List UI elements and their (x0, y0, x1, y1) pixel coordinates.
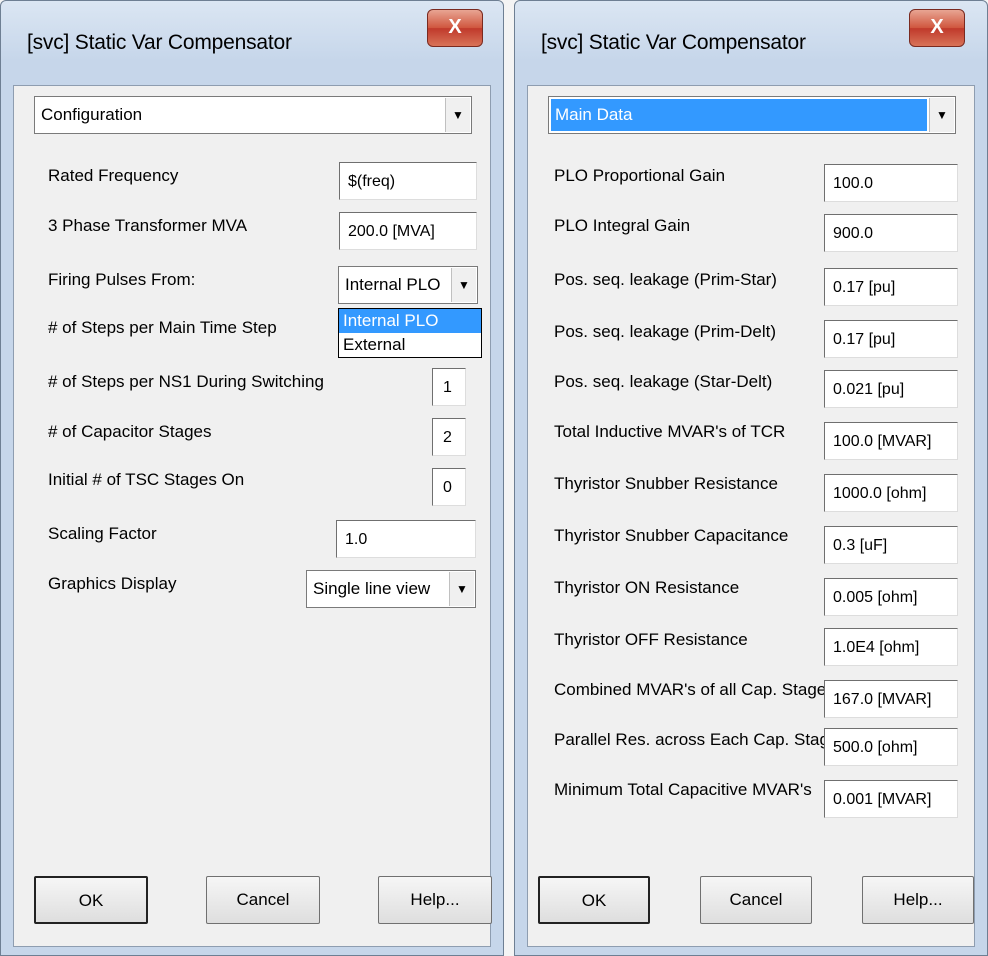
chevron-down-icon[interactable]: ▼ (451, 268, 476, 302)
window-title: [svc] Static Var Compensator (27, 31, 292, 54)
label-combined-mvar: Combined MVAR's of all Cap. Stages (554, 680, 835, 699)
label-transformer-mva: 3 Phase Transformer MVA (48, 216, 248, 235)
label-rated-frequency: Rated Frequency (48, 166, 179, 185)
label-leak-prim-delt: Pos. seq. leakage (Prim-Delt) (554, 322, 777, 341)
initial-tsc-input[interactable]: 0 (432, 468, 466, 506)
transformer-mva-input[interactable]: 200.0 [MVA] (339, 212, 477, 250)
graphics-display-value: Single line view (313, 579, 431, 598)
chevron-down-icon[interactable]: ▼ (929, 98, 954, 132)
label-min-cap-mvar: Minimum Total Capacitive MVAR's (554, 780, 812, 799)
svc-main-data-dialog: [svc] Static Var Compensator X Main Data… (514, 0, 988, 956)
firing-pulses-value: Internal PLO (345, 275, 441, 294)
section-select[interactable]: Main Data ▼ (548, 96, 956, 134)
ok-button[interactable]: OK (538, 876, 650, 924)
capacitor-stages-input[interactable]: 2 (432, 418, 466, 456)
section-select[interactable]: Configuration ▼ (34, 96, 472, 134)
section-select-value: Configuration (41, 105, 143, 124)
on-resistance-input[interactable]: 0.005 [ohm] (824, 578, 958, 616)
section-select-highlight: Main Data (551, 99, 927, 131)
snubber-resistance-input[interactable]: 1000.0 [ohm] (824, 474, 958, 512)
label-snubber-resistance: Thyristor Snubber Resistance (554, 474, 778, 493)
help-button[interactable]: Help... (378, 876, 492, 924)
plo-int-gain-input[interactable]: 900.0 (824, 214, 958, 252)
label-parallel-res: Parallel Res. across Each Cap. Stage (554, 730, 839, 749)
svc-config-dialog: [svc] Static Var Compensator X Configura… (0, 0, 504, 956)
label-on-resistance: Thyristor ON Resistance (554, 578, 740, 597)
cancel-button[interactable]: Cancel (206, 876, 320, 924)
close-button[interactable]: X (427, 9, 483, 47)
section-select-value: Main Data (555, 105, 633, 124)
cancel-button[interactable]: Cancel (700, 876, 812, 924)
title-bar[interactable]: [svc] Static Var Compensator X (1, 1, 503, 85)
ok-button[interactable]: OK (34, 876, 148, 924)
dialog-body: Main Data ▼ PLO Proportional Gain 100.0 … (527, 85, 975, 947)
option-internal-plo[interactable]: Internal PLO (339, 309, 481, 333)
label-plo-prop-gain: PLO Proportional Gain (554, 166, 726, 185)
label-capacitor-stages: # of Capacitor Stages (48, 422, 212, 441)
label-steps-ns1: # of Steps per NS1 During Switching (48, 372, 324, 391)
window-title: [svc] Static Var Compensator (541, 31, 806, 54)
leak-prim-delt-input[interactable]: 0.17 [pu] (824, 320, 958, 358)
off-resistance-input[interactable]: 1.0E4 [ohm] (824, 628, 958, 666)
scaling-factor-input[interactable]: 1.0 (336, 520, 476, 558)
label-tcr-mvar: Total Inductive MVAR's of TCR (554, 422, 786, 441)
label-firing-pulses: Firing Pulses From: (48, 270, 196, 289)
graphics-display-select[interactable]: Single line view ▼ (306, 570, 476, 608)
label-graphics-display: Graphics Display (48, 574, 177, 593)
label-leak-prim-star: Pos. seq. leakage (Prim-Star) (554, 270, 777, 289)
parallel-res-input[interactable]: 500.0 [ohm] (824, 728, 958, 766)
option-external[interactable]: External (339, 333, 481, 357)
label-plo-int-gain: PLO Integral Gain (554, 216, 691, 235)
rated-frequency-input[interactable]: $(freq) (339, 162, 477, 200)
close-button[interactable]: X (909, 9, 965, 47)
steps-ns1-input[interactable]: 1 (432, 368, 466, 406)
chevron-down-icon[interactable]: ▼ (449, 572, 474, 606)
min-cap-mvar-input[interactable]: 0.001 [MVAR] (824, 780, 958, 818)
label-steps-main: # of Steps per Main Time Step (48, 318, 277, 337)
chevron-down-icon[interactable]: ▼ (445, 98, 470, 132)
combined-mvar-input[interactable]: 167.0 [MVAR] (824, 680, 958, 718)
title-bar[interactable]: [svc] Static Var Compensator X (515, 1, 987, 85)
firing-pulses-options: Internal PLO External (338, 308, 482, 358)
leak-prim-star-input[interactable]: 0.17 [pu] (824, 268, 958, 306)
label-initial-tsc: Initial # of TSC Stages On (48, 470, 245, 489)
leak-star-delt-input[interactable]: 0.021 [pu] (824, 370, 958, 408)
tcr-mvar-input[interactable]: 100.0 [MVAR] (824, 422, 958, 460)
plo-prop-gain-input[interactable]: 100.0 (824, 164, 958, 202)
label-off-resistance: Thyristor OFF Resistance (554, 630, 748, 649)
help-button[interactable]: Help... (862, 876, 974, 924)
firing-pulses-select[interactable]: Internal PLO ▼ (338, 266, 478, 304)
dialog-body: Configuration ▼ Rated Frequency $(freq) … (13, 85, 492, 947)
snubber-capacitance-input[interactable]: 0.3 [uF] (824, 526, 958, 564)
label-leak-star-delt: Pos. seq. leakage (Star-Delt) (554, 372, 773, 391)
label-scaling-factor: Scaling Factor (48, 524, 157, 543)
label-snubber-capacitance: Thyristor Snubber Capacitance (554, 526, 789, 545)
